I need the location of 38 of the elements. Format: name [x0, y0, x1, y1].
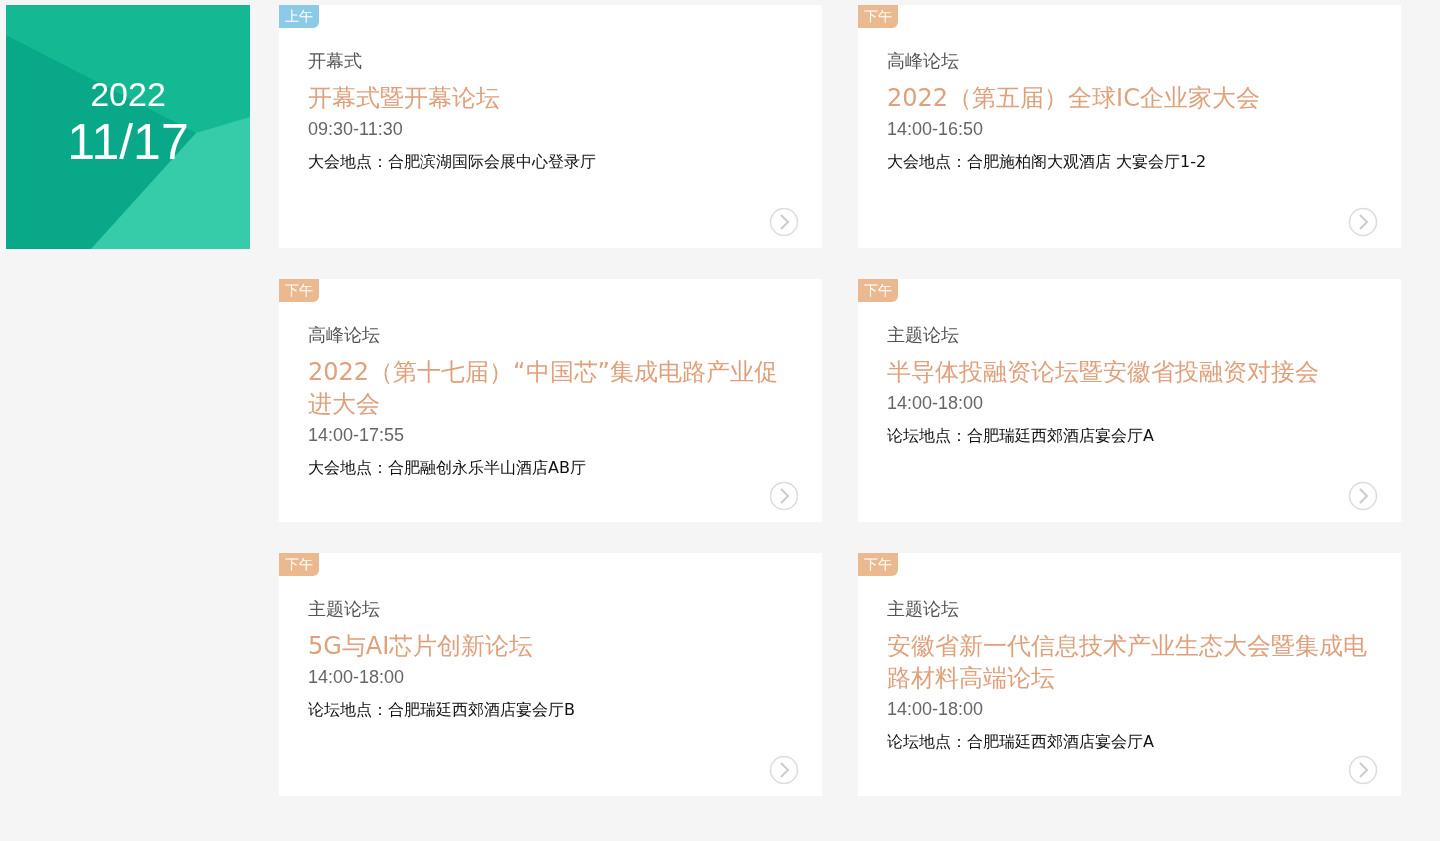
session-title[interactable]: 5G与AI芯片创新论坛	[308, 630, 534, 662]
period-badge: 下午	[858, 553, 898, 576]
session-time: 09:30-11:30	[308, 118, 403, 141]
period-badge: 下午	[858, 5, 898, 28]
session-time: 14:00-17:55	[308, 424, 405, 447]
session-category: 高峰论坛	[308, 323, 380, 347]
session-location: 大会地点：合肥融创永乐半山酒店AB厅	[308, 457, 586, 479]
period-badge: 下午	[279, 279, 319, 302]
chevron-right-icon[interactable]	[769, 755, 799, 785]
session-category: 主题论坛	[308, 597, 380, 621]
session-category: 开幕式	[308, 49, 362, 73]
session-title[interactable]: 2022（第五届）全球IC企业家大会	[887, 82, 1260, 114]
session-title[interactable]: 半导体投融资论坛暨安徽省投融资对接会	[887, 356, 1319, 388]
session-category: 高峰论坛	[887, 49, 959, 73]
session-location: 论坛地点：合肥瑞廷西郊酒店宴会厅B	[308, 699, 575, 721]
session-location: 论坛地点：合肥瑞廷西郊酒店宴会厅A	[887, 731, 1154, 753]
session-location: 论坛地点：合肥瑞廷西郊酒店宴会厅A	[887, 425, 1154, 447]
period-badge: 下午	[858, 279, 898, 302]
session-location: 大会地点：合肥滨湖国际会展中心登录厅	[308, 151, 596, 173]
session-title[interactable]: 安徽省新一代信息技术产业生态大会暨集成电路材料高端论坛	[887, 630, 1377, 694]
session-category: 主题论坛	[887, 323, 959, 347]
session-time: 14:00-18:00	[308, 666, 405, 689]
chevron-right-icon[interactable]	[1348, 207, 1378, 237]
period-badge: 下午	[279, 553, 319, 576]
year-label: 2022	[90, 74, 166, 114]
chevron-right-icon[interactable]	[769, 481, 799, 511]
session-time: 14:00-16:50	[887, 118, 984, 141]
chevron-right-icon[interactable]	[769, 207, 799, 237]
chevron-right-icon[interactable]	[1348, 755, 1378, 785]
session-title[interactable]: 开幕式暨开幕论坛	[308, 82, 500, 114]
session-category: 主题论坛	[887, 597, 959, 621]
session-time: 14:00-18:00	[887, 698, 984, 721]
chevron-right-icon[interactable]	[1348, 481, 1378, 511]
date-label: 11/17	[67, 114, 189, 170]
period-badge: 上午	[279, 5, 319, 28]
session-location: 大会地点：合肥施柏阁大观酒店 大宴会厅1-2	[887, 151, 1207, 173]
session-time: 14:00-18:00	[887, 392, 984, 415]
session-title[interactable]: 2022（第十七届）“中国芯”集成电路产业促进大会	[308, 356, 798, 420]
